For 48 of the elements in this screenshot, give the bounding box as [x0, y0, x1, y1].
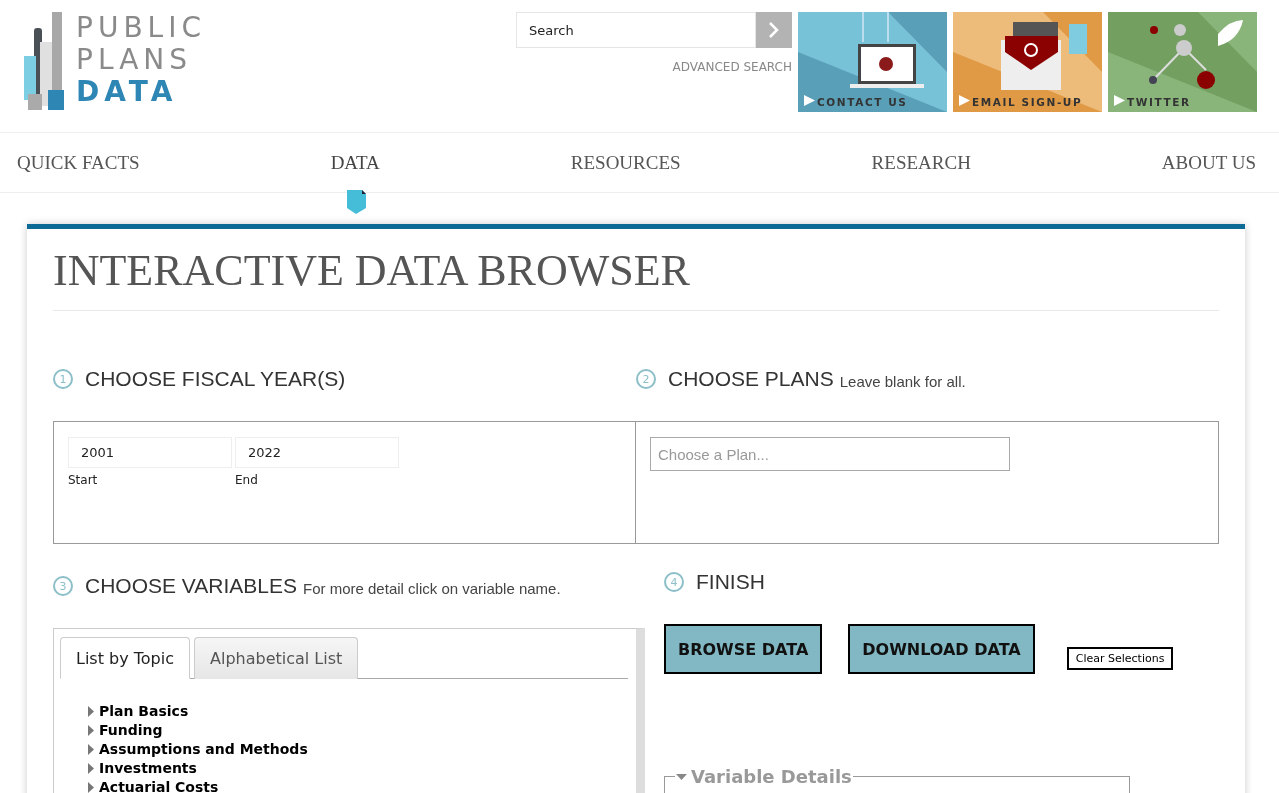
search-field[interactable]: Search [516, 12, 756, 48]
step-heading: CHOOSE PLANS [668, 367, 834, 391]
chevron-right-icon [768, 21, 780, 39]
promo-banner[interactable]: CONTACT US [798, 12, 947, 112]
nav-link[interactable]: RESOURCES [570, 151, 681, 174]
expand-arrow-icon[interactable] [88, 762, 94, 774]
active-marker-icon [345, 189, 368, 214]
step-number: 1 [53, 369, 73, 389]
expand-arrow-icon[interactable] [88, 705, 94, 717]
clear-selections-button[interactable]: Clear Selections [1066, 647, 1174, 670]
step-number: 3 [53, 576, 73, 596]
nav-link[interactable]: DATA [330, 151, 380, 174]
field-label: End [235, 473, 259, 487]
field-label: Start [68, 473, 99, 487]
step-heading: FINISH [696, 570, 765, 594]
plan-select-field[interactable]: Choose a Plan... [650, 437, 1010, 471]
step-number: 4 [664, 572, 684, 592]
play-icon [959, 95, 970, 106]
expand-arrow-icon[interactable] [88, 743, 94, 755]
topic-item[interactable]: Funding [88, 722, 632, 738]
play-icon [804, 95, 815, 106]
collapse-arrow-icon[interactable] [676, 773, 687, 780]
step-note: For more detail click on variable name. [303, 579, 561, 597]
action-button[interactable]: DOWNLOAD DATA [848, 624, 1035, 674]
tab[interactable]: List by Topic [60, 637, 190, 679]
end-year-field[interactable]: 2022 [235, 437, 399, 468]
nav-link[interactable]: QUICK FACTS [17, 151, 140, 174]
tab[interactable]: Alphabetical List [194, 637, 359, 679]
step-note: Leave blank for all. [839, 372, 966, 390]
topic-item[interactable]: Assumptions and Methods [88, 741, 632, 757]
topic-item[interactable]: Plan Basics [88, 703, 632, 719]
advanced-search-link[interactable]: ADVANCED SEARCH [672, 60, 792, 74]
promo-banner[interactable]: TWITTER [1108, 12, 1257, 112]
promo-banner[interactable]: EMAIL SIGN-UP [953, 12, 1102, 112]
step-heading: CHOOSE VARIABLES [85, 574, 297, 598]
expand-arrow-icon[interactable] [88, 781, 94, 793]
topic-item[interactable]: Actuarial Costs [88, 779, 632, 793]
nav-link[interactable]: RESEARCH [871, 151, 971, 174]
play-icon [1114, 95, 1125, 106]
nav-link[interactable]: ABOUT US [1161, 151, 1256, 174]
step-heading: CHOOSE FISCAL YEAR(S) [85, 367, 346, 391]
step-number: 2 [636, 369, 656, 389]
logo[interactable]: PUBLIC PLANS DATA [76, 12, 206, 108]
topic-item[interactable]: Investments [88, 760, 632, 776]
start-year-field[interactable]: 2001 [68, 437, 232, 468]
page-title: INTERACTIVE DATA BROWSER [53, 239, 1219, 311]
expand-arrow-icon[interactable] [88, 724, 94, 736]
action-button[interactable]: BROWSE DATA [664, 624, 823, 674]
